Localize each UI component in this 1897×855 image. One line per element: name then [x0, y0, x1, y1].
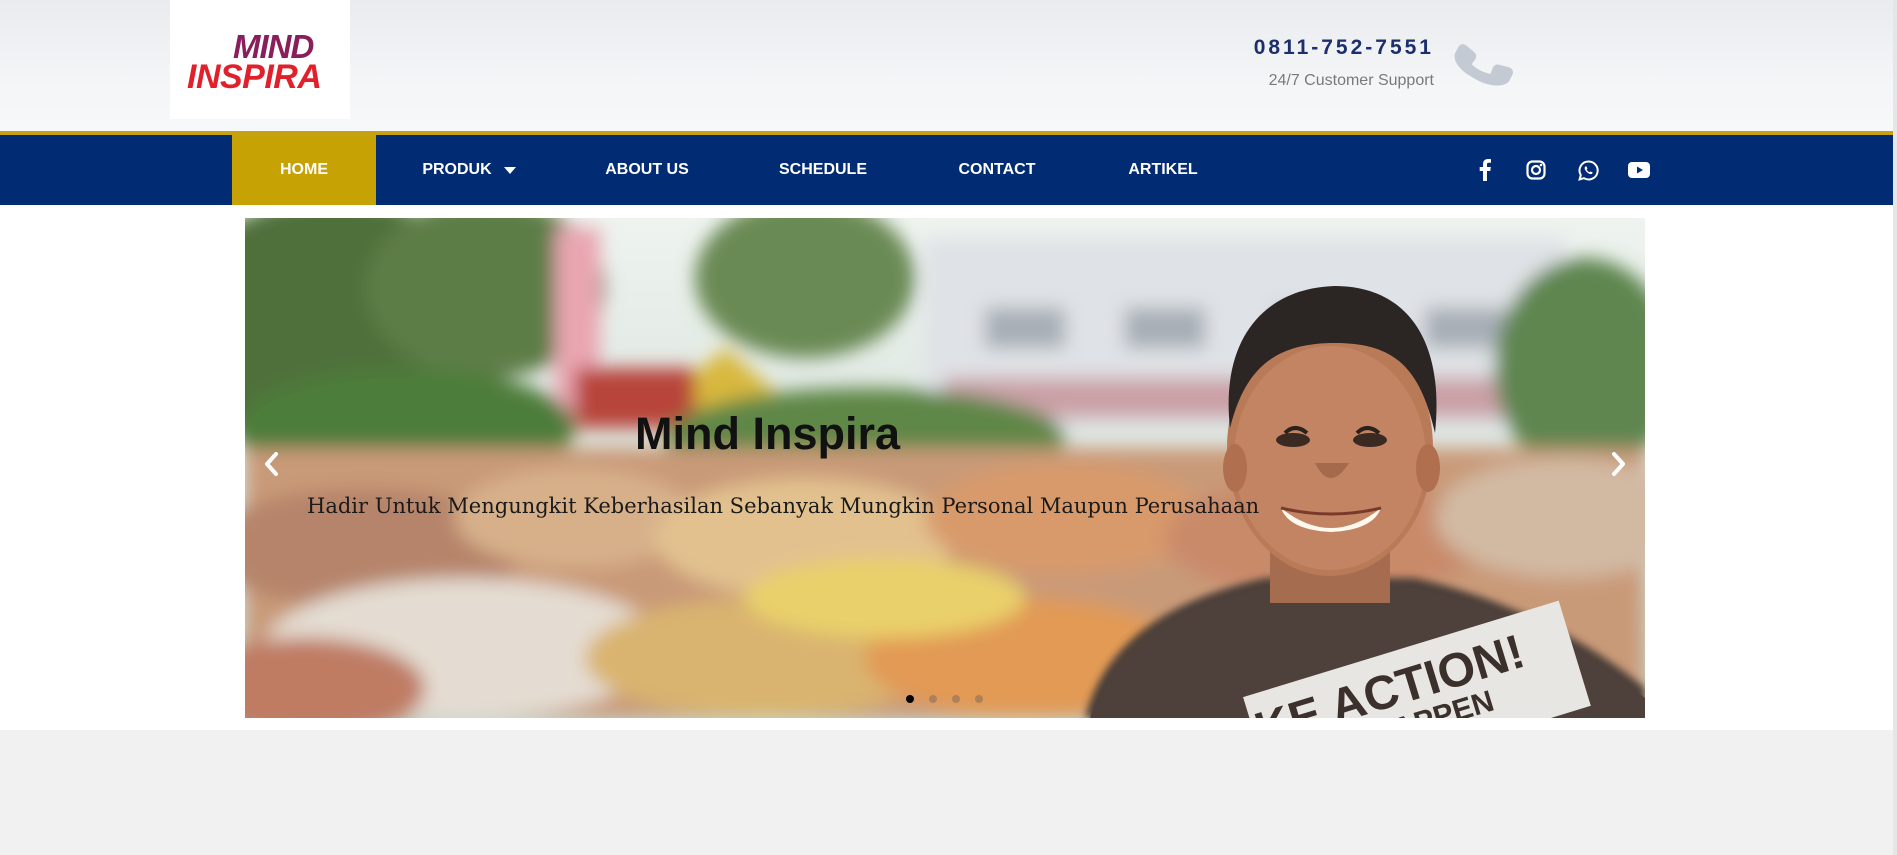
chevron-left-icon[interactable] [260, 448, 284, 480]
site-header: MIND INSPIRA 0811-752-7551 24/7 Customer… [0, 0, 1893, 131]
nav-contact[interactable]: CONTACT [914, 135, 1080, 205]
slider-dot-2[interactable] [929, 695, 937, 703]
nav-produk[interactable]: PRODUK [376, 135, 562, 205]
slider-pagination [906, 695, 983, 703]
nav-artikel-label: ARTIKEL [1128, 161, 1198, 178]
slider-dot-1[interactable] [906, 695, 914, 703]
whatsapp-icon[interactable] [1575, 157, 1601, 183]
youtube-icon[interactable] [1626, 157, 1652, 183]
nav-schedule[interactable]: SCHEDULE [732, 135, 914, 205]
nav-produk-label: PRODUK [422, 161, 492, 178]
slide-title: Mind Inspira [635, 408, 901, 459]
instagram-icon[interactable] [1523, 157, 1549, 183]
nav-home-label: HOME [280, 161, 328, 178]
main-nav: HOME PRODUK ABOUT US SCHEDULE CONTACT AR… [0, 135, 1893, 205]
phone-icon [1454, 44, 1513, 86]
support-label: 24/7 Customer Support [1268, 72, 1434, 89]
nav-schedule-label: SCHEDULE [778, 161, 867, 178]
chevron-right-icon[interactable] [1606, 448, 1630, 480]
hero-slide-image: KE ACTION! IT HAPPEN [245, 218, 1645, 718]
page: MIND INSPIRA 0811-752-7551 24/7 Customer… [0, 0, 1893, 730]
phone-number[interactable]: 0811-752-7551 [1190, 36, 1434, 60]
scrollbar-track[interactable] [1893, 0, 1897, 855]
nav-artikel[interactable]: ARTIKEL [1080, 135, 1246, 205]
logo[interactable]: MIND INSPIRA [170, 0, 350, 119]
nav-contact-label: CONTACT [958, 161, 1036, 178]
facebook-icon[interactable] [1472, 157, 1498, 183]
logo-text-inspira: INSPIRA [187, 58, 322, 96]
nav-about-label: ABOUT US [605, 161, 689, 178]
nav-about-us[interactable]: ABOUT US [562, 135, 732, 205]
chevron-down-icon [503, 166, 516, 174]
slider-dot-3[interactable] [952, 695, 960, 703]
slider-dot-4[interactable] [975, 695, 983, 703]
hero-slider[interactable]: KE ACTION! IT HAPPEN Mind Inspira Hadir … [245, 218, 1645, 718]
nav-home[interactable]: HOME [232, 135, 376, 205]
slide-subtitle: Hadir Untuk Mengungkit Keberhasilan Seba… [307, 494, 1260, 518]
